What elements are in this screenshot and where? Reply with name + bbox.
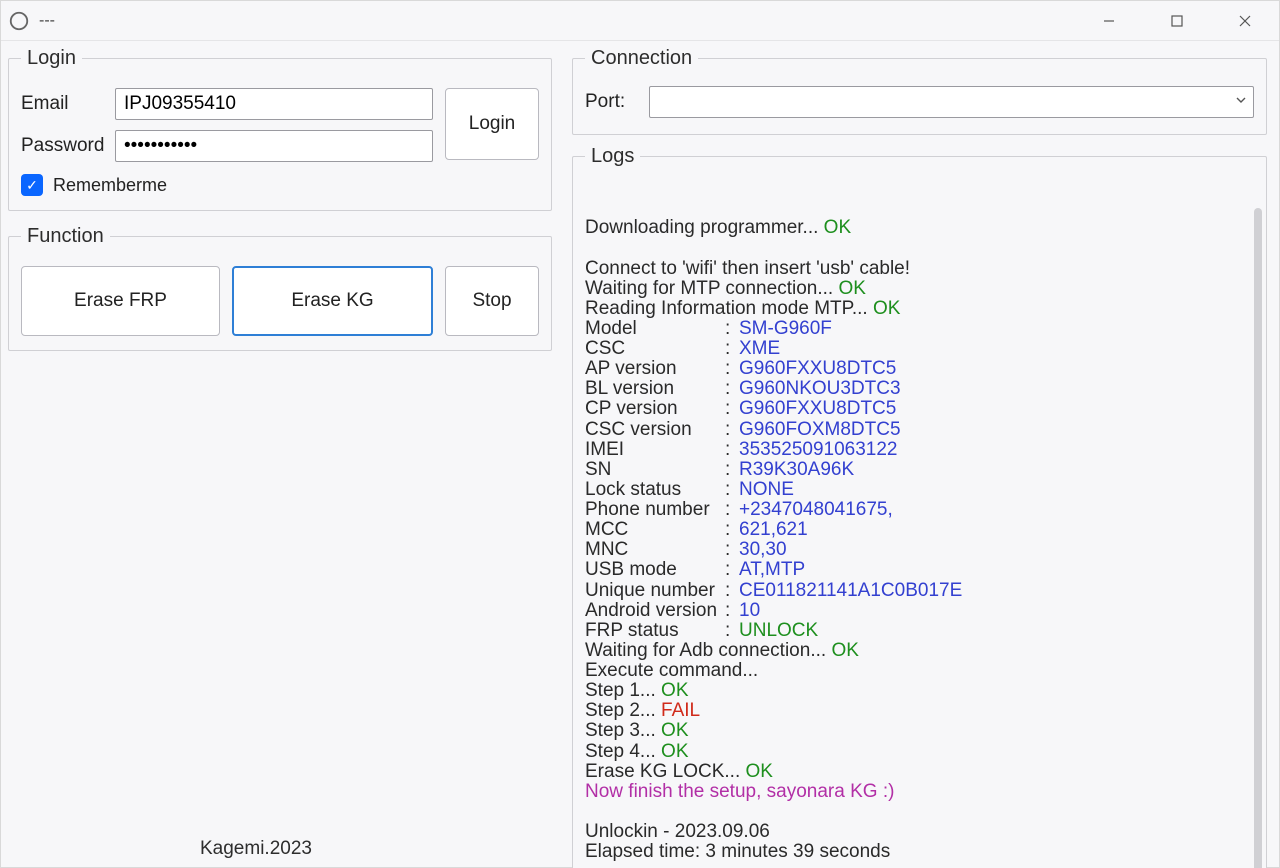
log-line: Step 2... FAIL [585,701,1250,721]
log-line: CSC version: G960FOXM8DTC5 [585,420,1250,440]
log-line: Execute command... [585,661,1250,681]
log-line: BL version: G960NKOU3DTC3 [585,379,1250,399]
log-line: Unique number: CE011821141A1C0B017E [585,581,1250,601]
log-line: SN: R39K30A96K [585,460,1250,480]
minimize-button[interactable] [1075,1,1143,41]
window-title: --- [39,12,55,30]
port-label: Port: [585,91,633,113]
remember-me-row[interactable]: ✓ Rememberme [21,174,539,196]
app-icon [5,7,33,35]
log-line: Downloading programmer... OK [585,218,1250,238]
log-line: FRP status: UNLOCK [585,621,1250,641]
log-line: Model: SM-G960F [585,319,1250,339]
chevron-down-icon [1235,93,1247,111]
remember-checkbox[interactable]: ✓ [21,174,43,196]
log-line: Elapsed time: 3 minutes 39 seconds [585,842,1250,862]
remember-label: Rememberme [53,175,167,196]
connection-legend: Connection [585,47,698,70]
log-line [585,802,1250,822]
log-line: Waiting for MTP connection... OK [585,279,1250,299]
password-label: Password [21,135,105,157]
log-line: Android version: 10 [585,601,1250,621]
log-line: Now finish the setup, sayonara KG :) [585,782,1250,802]
scrollbar[interactable] [1254,208,1262,868]
erase-frp-button[interactable]: Erase FRP [21,266,220,336]
log-line: Step 3... OK [585,721,1250,741]
function-group: Function Erase FRP Erase KG Stop [8,225,552,351]
port-combobox[interactable] [649,86,1254,118]
content-area: Login Email Password Login [1,41,1279,868]
close-button[interactable] [1211,1,1279,41]
log-line: Step 1... OK [585,681,1250,701]
window-controls [1075,1,1279,41]
log-line: MNC: 30,30 [585,540,1250,560]
left-column: Login Email Password Login [2,47,552,868]
log-line: Step 4... OK [585,742,1250,762]
log-line: Unlockin - 2023.09.06 [585,822,1250,842]
login-legend: Login [21,47,82,70]
email-input[interactable] [115,88,433,120]
right-column: Connection Port: Logs Downloading progra… [572,47,1273,868]
log-line: CP version: G960FXXU8DTC5 [585,399,1250,419]
log-line: CSC: XME [585,339,1250,359]
maximize-button[interactable] [1143,1,1211,41]
stop-button[interactable]: Stop [445,266,539,336]
login-group: Login Email Password Login [8,47,552,211]
connection-group: Connection Port: [572,47,1267,135]
footer-text: Kagemi.2023 [200,838,312,860]
log-line: IMEI: 353525091063122 [585,440,1250,460]
log-line: MCC: 621,621 [585,520,1250,540]
log-line: Erase KG LOCK... OK [585,762,1250,782]
logs-output[interactable]: Downloading programmer... OK Connect to … [585,178,1262,868]
title-bar: --- [1,1,1279,41]
log-line: Waiting for Adb connection... OK [585,641,1250,661]
function-legend: Function [21,225,110,248]
app-window: --- Login Email [0,0,1280,868]
log-line: Phone number: +2347048041675, [585,500,1250,520]
log-line: USB mode: AT,MTP [585,560,1250,580]
log-line [585,238,1250,258]
log-line: AP version: G960FXXU8DTC5 [585,359,1250,379]
email-label: Email [21,93,105,115]
log-line: Reading Information mode MTP... OK [585,299,1250,319]
erase-kg-button[interactable]: Erase KG [232,266,433,336]
log-line: Lock status: NONE [585,480,1250,500]
logs-legend: Logs [585,145,640,168]
login-button[interactable]: Login [445,88,539,160]
password-input[interactable] [115,130,433,162]
logs-group: Logs Downloading programmer... OK Connec… [572,145,1267,868]
log-line: Connect to 'wifi' then insert 'usb' cabl… [585,259,1250,279]
